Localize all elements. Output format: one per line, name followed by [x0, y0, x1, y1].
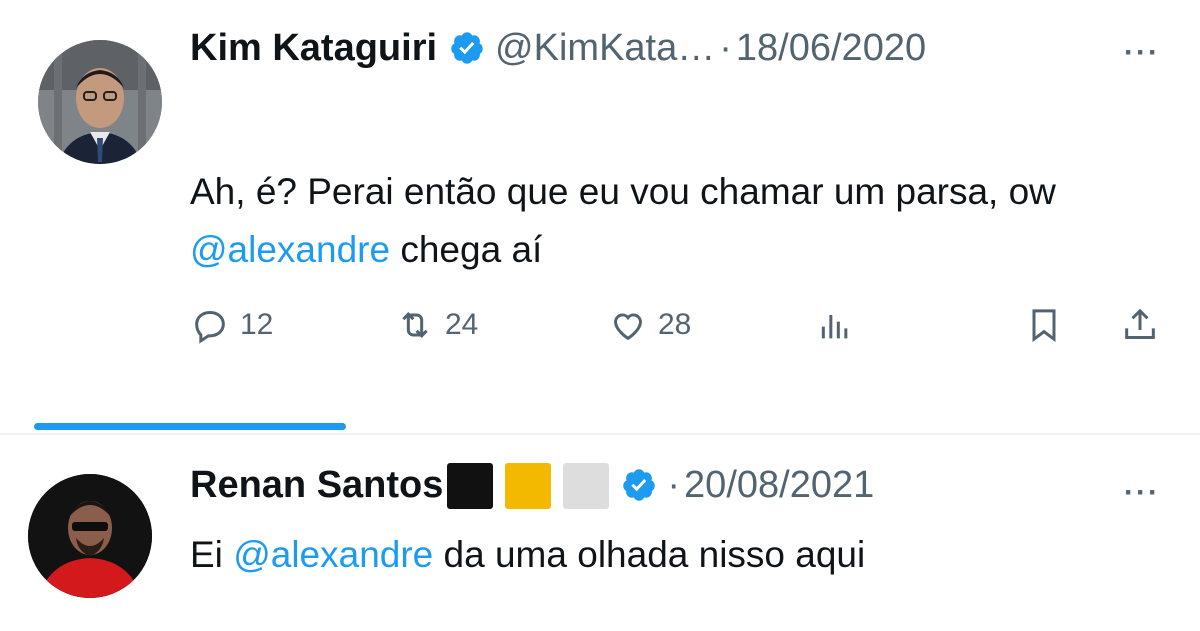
- flag-emoji-1: [447, 462, 494, 509]
- tweet-text: Ei @alexandre da uma olhada nisso aqui: [190, 526, 1130, 584]
- more-icon[interactable]: ···: [1124, 36, 1160, 70]
- tweet-header: Kim Kataguiri @KimKata… · 18/06/2020: [190, 26, 926, 70]
- avatar-image: [38, 40, 162, 164]
- avatar[interactable]: [28, 474, 152, 598]
- avatar[interactable]: [38, 40, 162, 164]
- tweet-actions: 12 24 28: [190, 305, 1170, 355]
- mention-link[interactable]: @alexandre: [233, 534, 433, 575]
- like-count: 28: [658, 308, 692, 341]
- separator-dot: ·: [719, 27, 732, 69]
- bookmark-button[interactable]: [1024, 305, 1074, 345]
- verified-badge-icon: [621, 467, 657, 503]
- flag-emoji-3: [563, 462, 610, 509]
- avatar-image: [28, 474, 152, 598]
- verified-badge-icon: [449, 30, 485, 66]
- tweet-kim-kataguiri[interactable]: Kim Kataguiri @KimKata… · 18/06/2020 ···…: [0, 0, 1200, 420]
- heart-icon: [613, 313, 643, 341]
- divider: [0, 433, 1200, 435]
- author-name[interactable]: Renan Santos: [190, 463, 443, 507]
- flag-emojis: [443, 462, 610, 509]
- bookmark-icon: [1032, 309, 1056, 343]
- flag-emoji-2: [505, 462, 552, 509]
- author-handle[interactable]: @KimKata…: [495, 26, 715, 70]
- tweet-text: Ah, é? Perai então que eu vou chamar um …: [190, 163, 1130, 279]
- tweet-text-end: da uma olhada nisso aqui: [433, 534, 866, 575]
- tweet-text-start: Ei: [190, 534, 234, 575]
- retweet-button[interactable]: 24: [395, 305, 478, 345]
- share-button[interactable]: [1120, 305, 1170, 345]
- tweet-header: Renan Santos · 20/08/2021: [190, 462, 874, 509]
- more-icon[interactable]: ···: [1124, 476, 1160, 510]
- views-button[interactable]: [815, 305, 865, 345]
- reply-button[interactable]: 12: [190, 305, 273, 345]
- tweet-text-start: Ah, é? Perai então que eu vou chamar um …: [190, 171, 1056, 212]
- separator-dot: ·: [667, 464, 681, 507]
- tweet-date[interactable]: 20/08/2021: [684, 463, 874, 507]
- reply-icon: [195, 310, 225, 344]
- tweet-text-end: chega aí: [390, 229, 543, 270]
- share-icon: [1125, 308, 1155, 339]
- mention-link[interactable]: @alexandre: [190, 229, 390, 270]
- reply-count: 12: [240, 308, 274, 341]
- retweet-icon: [402, 312, 428, 338]
- tweet-date[interactable]: 18/06/2020: [736, 26, 926, 70]
- views-icon: [821, 315, 848, 339]
- like-button[interactable]: 28: [608, 305, 691, 345]
- retweet-count: 24: [445, 308, 479, 341]
- tab-indicator: [34, 423, 346, 430]
- author-name[interactable]: Kim Kataguiri: [190, 26, 437, 70]
